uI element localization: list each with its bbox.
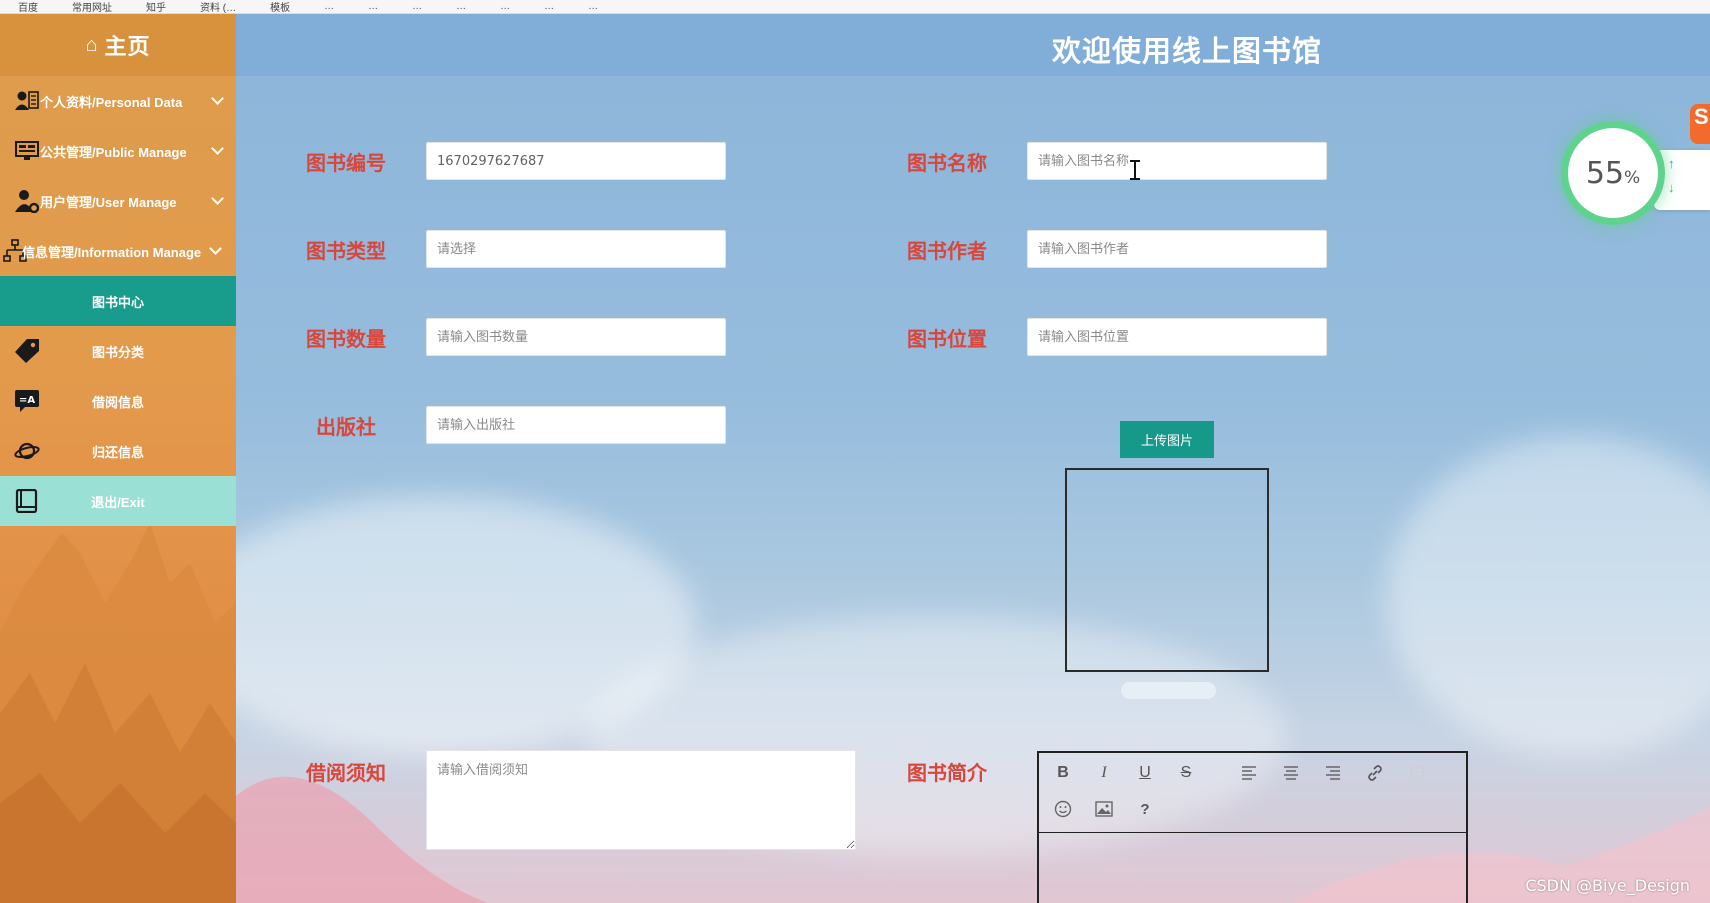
book-id-field[interactable]: [426, 142, 726, 180]
italic-button[interactable]: I: [1092, 761, 1116, 785]
help-button[interactable]: ?: [1133, 797, 1157, 821]
text-cursor-icon: [1130, 160, 1140, 180]
sidebar-item-book-category[interactable]: 图书分类: [0, 326, 236, 376]
sidebar-item-label: 图书中心: [91, 294, 144, 310]
strikethrough-button[interactable]: S: [1174, 761, 1198, 785]
bookmark-bar: 百度 常用网址 知乎 资料 (… 模板 … … … … … … …: [0, 0, 1710, 14]
bookmark[interactable]: …: [588, 1, 598, 12]
book-id-label: 图书编号: [306, 151, 386, 175]
cloud-decoration: [1386, 436, 1710, 756]
upload-image-button[interactable]: 上传图片: [1120, 421, 1214, 458]
speed-value: 55: [1585, 155, 1625, 191]
sidebar-item-label: 公共管理/Public Manage: [40, 144, 187, 160]
unlink-icon[interactable]: [1405, 761, 1429, 785]
book-type-select[interactable]: [426, 230, 726, 268]
borrow-notice-label: 借阅须知: [306, 761, 386, 785]
sidebar-item-return-info[interactable]: 归还信息: [0, 426, 236, 476]
sidebar-item-label: 个人资料/Personal Data: [40, 94, 183, 110]
bookmark[interactable]: …: [412, 1, 422, 12]
bookmark[interactable]: 百度: [18, 0, 38, 13]
chevron-down-icon: [209, 242, 222, 255]
borrow-notice-textarea[interactable]: [426, 750, 856, 850]
publisher-field[interactable]: [426, 406, 726, 444]
home-icon: ⌂: [85, 33, 99, 56]
sidebar-item-information-manage[interactable]: 信息管理/Information Manage: [0, 226, 236, 276]
image-preview-box[interactable]: [1065, 468, 1269, 672]
bookmark[interactable]: …: [456, 1, 466, 12]
link-icon[interactable]: [1363, 761, 1387, 785]
book-name-label: 图书名称: [907, 151, 987, 175]
image-icon[interactable]: [1092, 797, 1116, 821]
book-location-label: 图书位置: [907, 327, 987, 351]
align-right-icon[interactable]: [1321, 761, 1345, 785]
home-label: 主页: [104, 34, 151, 59]
bookmark[interactable]: …: [324, 1, 334, 12]
sidebar-item-label: 用户管理/User Manage: [40, 194, 177, 210]
publisher-label: 出版社: [316, 415, 376, 439]
bookmark[interactable]: …: [500, 1, 510, 12]
top-header: 欢迎使用线上图书馆: [236, 14, 1710, 76]
sidebar-item-personal-data[interactable]: 个人资料/Personal Data: [0, 76, 236, 126]
arrow-up-icon: ↑: [1668, 156, 1675, 171]
book-type-label: 图书类型: [306, 239, 386, 263]
sidebar-item-label: 信息管理/Information Manage: [22, 244, 202, 260]
sidebar-item-label: 图书分类: [91, 344, 144, 360]
bookmark[interactable]: 常用网址: [72, 0, 112, 13]
sidebar-item-book-center[interactable]: 图书中心: [0, 276, 236, 326]
sidebar-item-exit[interactable]: 退出/Exit: [0, 476, 236, 526]
rich-text-editor[interactable]: B I U S ?: [1037, 751, 1468, 903]
book-quantity-field[interactable]: [426, 318, 726, 356]
bookmark[interactable]: …: [368, 1, 378, 12]
sidebar-item-borrow-info[interactable]: =A 借阅信息: [0, 376, 236, 426]
sidebar-item-public-manage[interactable]: 公共管理/Public Manage: [0, 126, 236, 176]
emoji-icon[interactable]: [1051, 797, 1075, 821]
book-quantity-label: 图书数量: [306, 327, 386, 351]
image-scrollbar[interactable]: [1121, 682, 1216, 699]
book-author-label: 图书作者: [907, 239, 987, 263]
align-left-icon[interactable]: [1237, 761, 1261, 785]
speed-unit: %: [1624, 168, 1641, 188]
bold-button[interactable]: B: [1051, 761, 1075, 785]
arrow-down-icon: ↓: [1668, 180, 1675, 195]
user-card-icon: [14, 88, 40, 114]
align-center-icon[interactable]: [1279, 761, 1303, 785]
sidebar-item-label: 退出/Exit: [91, 494, 145, 510]
editor-content-area[interactable]: [1039, 833, 1466, 903]
chevron-down-icon: [211, 142, 224, 155]
underline-button[interactable]: U: [1133, 761, 1157, 785]
book-form-panel: 图书编号 图书名称 图书类型 图书作者 图书数量 图书位置 出版社 上传图片 借…: [236, 76, 1710, 903]
monitor-icon: [14, 138, 40, 164]
editor-toolbar: B I U S ?: [1039, 753, 1466, 833]
book-location-field[interactable]: [1027, 318, 1327, 356]
sidebar-home[interactable]: ⌂ 主页: [0, 14, 236, 76]
bookmark[interactable]: 模板: [270, 0, 290, 13]
sidebar: ⌂ 主页 个人资料/Personal Data 公共管理/Public Mana…: [0, 14, 236, 903]
chevron-down-icon: [211, 192, 224, 205]
mountain-background: [0, 523, 236, 903]
page-title: 欢迎使用线上图书馆: [1052, 34, 1323, 68]
book-author-field[interactable]: [1027, 230, 1327, 268]
bookmark[interactable]: 知乎: [146, 0, 166, 13]
watermark: CSDN @Biye_Design: [1525, 876, 1690, 895]
book-intro-label: 图书简介: [907, 761, 987, 785]
bookmark[interactable]: …: [544, 1, 554, 12]
sidebar-item-label: 借阅信息: [91, 394, 144, 410]
chevron-down-icon: [211, 92, 224, 105]
user-gear-icon: [14, 188, 40, 214]
network-speed-panel[interactable]: ↑ ↓: [1654, 150, 1710, 210]
sidebar-item-user-manage[interactable]: 用户管理/User Manage: [0, 176, 236, 226]
book-name-field[interactable]: [1027, 142, 1327, 180]
sidebar-item-label: 归还信息: [91, 444, 144, 460]
bookmark[interactable]: 资料 (…: [200, 0, 236, 13]
sogou-logo-icon[interactable]: S: [1690, 104, 1710, 144]
speed-ball-widget[interactable]: 55%: [1568, 128, 1658, 218]
